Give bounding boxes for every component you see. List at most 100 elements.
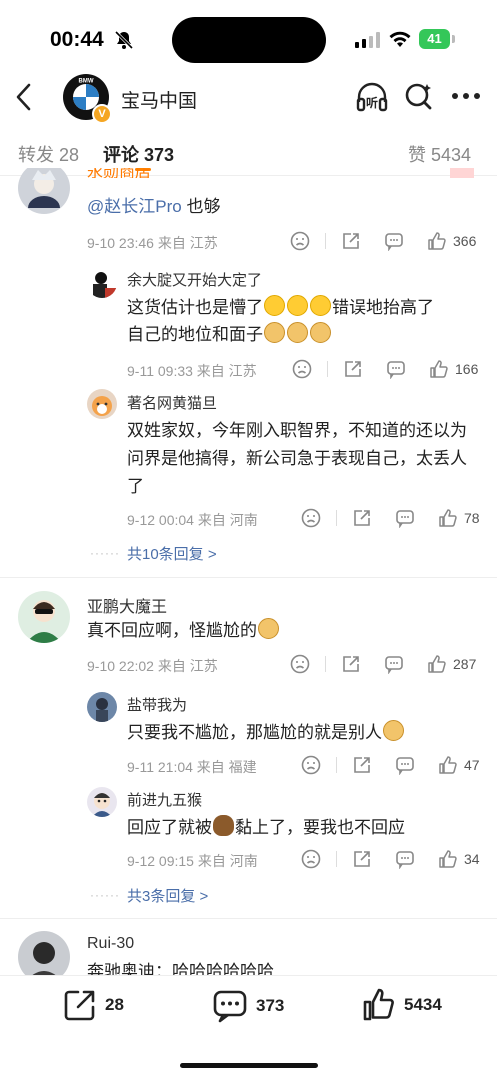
avatar[interactable] bbox=[87, 787, 117, 817]
headphones-icon[interactable]: 听 bbox=[355, 80, 389, 114]
comment-text-body: 真不回应啊，怪尴尬的 bbox=[87, 621, 257, 640]
comment-meta: 9-10 22:02 来自 江苏 bbox=[87, 658, 218, 674]
page-title[interactable]: 宝马中国 bbox=[121, 86, 197, 113]
repost-icon bbox=[64, 990, 95, 1021]
dislike-icon[interactable] bbox=[290, 231, 310, 251]
like-count: 34 bbox=[464, 851, 480, 867]
like-icon[interactable] bbox=[427, 654, 447, 674]
action-divider bbox=[325, 233, 326, 249]
comment-username[interactable]: 亚鹏大魔王 bbox=[87, 593, 167, 617]
reply-text-c: 自己的地位和面子 bbox=[127, 325, 263, 344]
like-count: 287 bbox=[453, 656, 477, 672]
avatar[interactable] bbox=[18, 168, 70, 216]
like-icon[interactable] bbox=[438, 755, 458, 775]
signal-icon bbox=[355, 32, 380, 48]
dislike-icon[interactable] bbox=[301, 508, 321, 528]
like-count: 78 bbox=[464, 510, 480, 526]
bmw-logo-text: BMW bbox=[79, 79, 94, 85]
share-icon[interactable] bbox=[341, 231, 361, 251]
comment-actions: 366 bbox=[290, 231, 476, 251]
reply-text-a: 这货估计也是懵了 bbox=[127, 298, 263, 317]
reply-meta: 9-11 09:33 来自 江苏 bbox=[127, 363, 257, 379]
action-divider bbox=[327, 361, 328, 377]
comment-divider bbox=[0, 577, 497, 578]
doge-emoji-icon bbox=[258, 618, 279, 639]
comment-text: 真不回应啊，怪尴尬的 bbox=[87, 617, 280, 644]
comment-count: 373 bbox=[256, 996, 285, 1015]
like-icon[interactable] bbox=[429, 359, 449, 379]
tab-likes[interactable]: 赞 5434 bbox=[408, 141, 471, 167]
like-icon[interactable] bbox=[438, 849, 458, 869]
comment-username[interactable]: 永勋商店 bbox=[87, 168, 151, 178]
battery-indicator: 41 bbox=[419, 29, 450, 49]
dislike-icon[interactable] bbox=[301, 849, 321, 869]
like-icon bbox=[363, 988, 394, 1021]
dislike-icon[interactable] bbox=[292, 359, 312, 379]
reply-text: 这货估计也是懵了 错误地抬高了 自己的地位和面子 bbox=[127, 294, 477, 348]
like-icon[interactable] bbox=[438, 508, 458, 528]
reply-actions: 166 bbox=[292, 359, 478, 379]
svg-text:听: 听 bbox=[366, 95, 378, 110]
comment-actions: 287 bbox=[290, 654, 476, 674]
share-icon[interactable] bbox=[352, 755, 372, 775]
comment-icon[interactable] bbox=[384, 231, 404, 251]
more-icon[interactable] bbox=[451, 92, 481, 100]
reply-meta: 9-12 00:04 来自 河南 bbox=[127, 512, 258, 528]
verified-badge-icon: V bbox=[92, 104, 112, 124]
repost-count: 28 bbox=[105, 995, 124, 1014]
share-icon[interactable] bbox=[341, 654, 361, 674]
comment-icon[interactable] bbox=[395, 508, 415, 528]
comment-icon bbox=[213, 990, 247, 1023]
action-divider bbox=[336, 851, 337, 867]
dislike-icon[interactable] bbox=[290, 654, 310, 674]
comment-icon[interactable] bbox=[395, 849, 415, 869]
reply-text-b: 黏上了，要我也不回应 bbox=[235, 818, 405, 837]
search-icon[interactable] bbox=[403, 80, 435, 112]
comment-username[interactable]: Rui-30 bbox=[87, 935, 134, 953]
reply-text: 双姓家奴，今年刚入职智界，不知道的还以为问界是他搞得，新公司急于表现自己，太丢人… bbox=[127, 421, 467, 496]
comment-icon[interactable] bbox=[395, 755, 415, 775]
poop-emoji-icon bbox=[213, 815, 234, 836]
like-icon[interactable] bbox=[427, 231, 447, 251]
dislike-icon[interactable] bbox=[301, 755, 321, 775]
avatar[interactable] bbox=[87, 692, 117, 722]
action-divider bbox=[336, 757, 337, 773]
fan-badge bbox=[450, 168, 474, 178]
more-replies-link[interactable]: 共10条回复 > bbox=[127, 543, 217, 564]
mention-link[interactable]: @赵长江Pro bbox=[87, 197, 182, 216]
repost-button[interactable]: 28 bbox=[63, 988, 124, 1022]
back-icon[interactable] bbox=[12, 82, 36, 112]
doge-emoji-icon bbox=[383, 720, 404, 741]
reply-text-body: 只要我不尴尬，那尴尬的就是别人 bbox=[127, 723, 382, 742]
avatar[interactable] bbox=[87, 389, 117, 419]
avatar[interactable] bbox=[87, 268, 117, 298]
reply-username[interactable]: 余大腚又开始大定了 bbox=[127, 269, 262, 290]
more-replies-link[interactable]: 共3条回复 > bbox=[127, 885, 208, 906]
comment-button[interactable]: 373 bbox=[212, 988, 284, 1024]
avatar[interactable] bbox=[18, 591, 70, 643]
comment-icon[interactable] bbox=[386, 359, 406, 379]
reply-text-a: 回应了就被 bbox=[127, 818, 212, 837]
doge-emoji-icon bbox=[264, 322, 285, 343]
like-count: 366 bbox=[453, 233, 477, 249]
doge-emoji-icon bbox=[287, 322, 308, 343]
comment-icon[interactable] bbox=[384, 654, 404, 674]
battery-cap bbox=[452, 35, 455, 43]
reply-text: 只要我不尴尬，那尴尬的就是别人 bbox=[127, 719, 405, 746]
tab-comments[interactable]: 评论 373 bbox=[103, 141, 174, 167]
home-indicator bbox=[180, 1063, 318, 1068]
reply-meta: 9-11 21:04 来自 福建 bbox=[127, 759, 257, 775]
laugh-cry-emoji-icon bbox=[287, 295, 308, 316]
share-icon[interactable] bbox=[352, 508, 372, 528]
thread-dots: ······ bbox=[90, 546, 120, 560]
share-icon[interactable] bbox=[352, 849, 372, 869]
reply-username[interactable]: 著名网黄猫旦 bbox=[127, 392, 217, 413]
tab-repost[interactable]: 转发 28 bbox=[18, 141, 79, 167]
wifi-icon bbox=[389, 31, 411, 47]
reply-username[interactable]: 前进九五猴 bbox=[127, 789, 202, 810]
share-icon[interactable] bbox=[343, 359, 363, 379]
status-time: 00:44 bbox=[50, 28, 104, 51]
dynamic-island bbox=[172, 17, 326, 63]
reply-username[interactable]: 盐带我为 bbox=[127, 694, 187, 715]
like-button[interactable]: 5434 bbox=[362, 988, 442, 1022]
